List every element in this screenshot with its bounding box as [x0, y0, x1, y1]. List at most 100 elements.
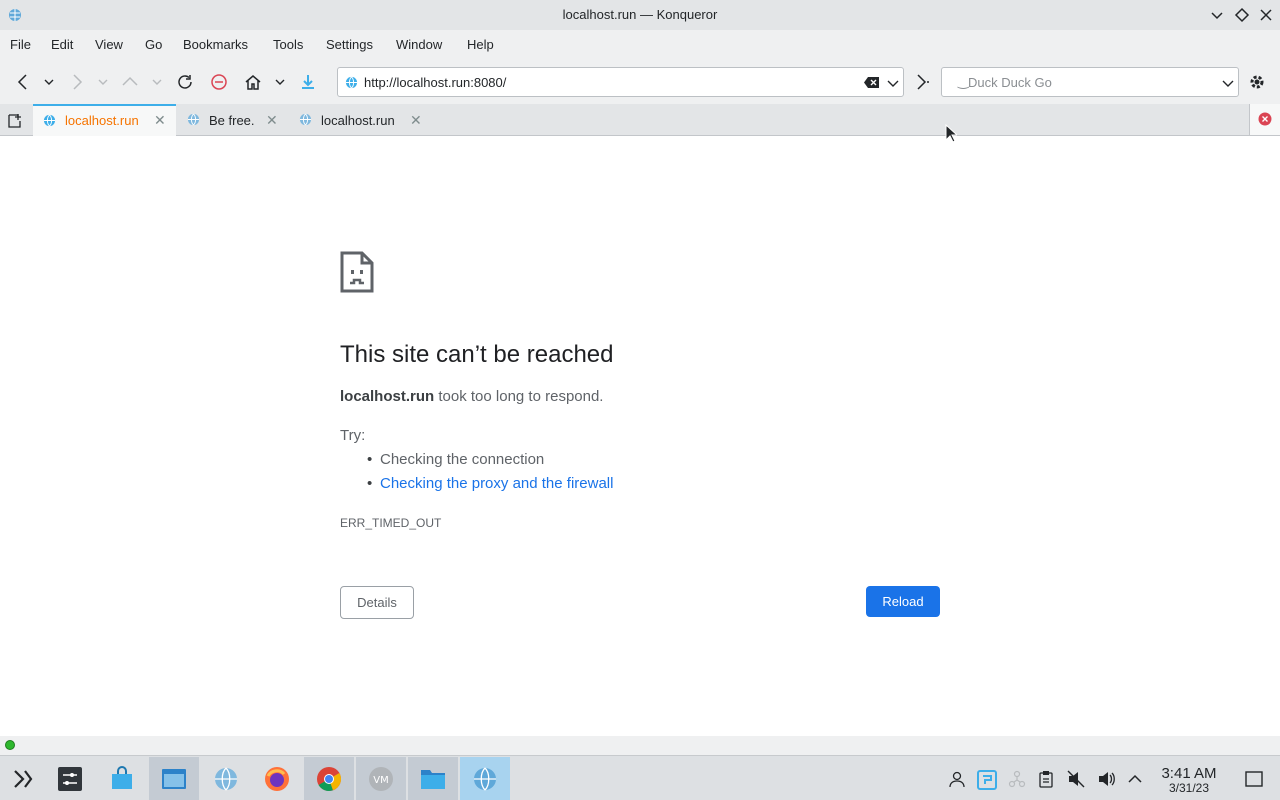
home-chevron-icon[interactable]: [271, 72, 289, 92]
taskbar: VM 3:41 AM 3/31/23: [0, 755, 1280, 800]
tab-localhost-run[interactable]: localhost.run ✕: [289, 104, 432, 136]
home-icon[interactable]: [243, 72, 263, 92]
taskbar-folder[interactable]: [408, 757, 458, 800]
search-box[interactable]: ‿ Duck Duck Go: [941, 67, 1239, 97]
konqueror-active-icon: [474, 767, 496, 791]
connection-status-icon: [5, 740, 15, 750]
url-text[interactable]: http://localhost.run:8080/: [364, 75, 506, 90]
error-title: This site can’t be reached: [340, 341, 614, 368]
menu-view[interactable]: View: [95, 37, 123, 52]
system-settings-icon: [58, 767, 82, 791]
vivaldi-icon: VM: [369, 767, 393, 791]
page-content: This site can’t be reached localhost.run…: [0, 136, 1280, 736]
search-provider-chevron-icon[interactable]: [1222, 77, 1234, 89]
clear-url-icon[interactable]: [864, 76, 880, 89]
svg-text:VM: VM: [373, 775, 388, 786]
tab-globe-icon: [187, 113, 200, 126]
new-tab-icon[interactable]: [7, 112, 24, 129]
taskbar-konqueror[interactable]: [201, 757, 251, 800]
close-tab-icon[interactable]: ✕: [266, 112, 278, 129]
error-message: took too long to respond.: [438, 388, 604, 405]
menu-window[interactable]: Window: [396, 37, 442, 52]
tab-bar: localhost.run ✕ Be free. ✕ localhost.run…: [0, 104, 1280, 136]
try-label: Try:: [340, 427, 366, 444]
forward-history-chevron-icon: [98, 79, 108, 85]
taskbar-file-manager[interactable]: [149, 757, 199, 800]
taskbar-discover[interactable]: [97, 757, 147, 800]
downloads-icon[interactable]: [298, 72, 318, 92]
firefox-icon: [265, 767, 289, 791]
error-code: ERR_TIMED_OUT: [340, 516, 442, 530]
back-icon[interactable]: [13, 72, 33, 92]
forward-icon: [73, 74, 83, 90]
sad-page-icon: [340, 251, 374, 293]
taskbar-system-settings[interactable]: [45, 757, 95, 800]
close-icon[interactable]: [1257, 6, 1275, 24]
tab-globe-icon: [43, 114, 56, 127]
taskbar-firefox[interactable]: [252, 757, 302, 800]
go-icon[interactable]: [912, 72, 932, 92]
chevron-up-icon[interactable]: [1126, 770, 1144, 788]
chrome-icon: [317, 767, 341, 791]
url-history-chevron-icon[interactable]: [887, 77, 899, 89]
suggestion-proxy-firewall-link[interactable]: Checking the proxy and the firewall: [367, 475, 613, 492]
clock-date[interactable]: 3/31/23: [1158, 781, 1220, 795]
minimize-icon[interactable]: [1208, 6, 1226, 24]
show-desktop-icon[interactable]: [1245, 770, 1263, 788]
suggestion-check-connection: Checking the connection: [367, 451, 544, 468]
user-icon[interactable]: [948, 770, 966, 788]
taskbar-chrome[interactable]: [304, 757, 354, 800]
window-title: localhost.run — Konqueror: [562, 7, 718, 22]
reload-icon[interactable]: [175, 72, 195, 92]
tab-label: localhost.run: [321, 113, 395, 128]
konqueror-icon: [215, 767, 237, 791]
menu-bookmarks[interactable]: Bookmarks: [183, 37, 248, 52]
menu-settings[interactable]: Settings: [326, 37, 373, 52]
menu-bar: File Edit View Go Bookmarks Tools Settin…: [0, 30, 1280, 60]
gear-icon[interactable]: [1247, 72, 1267, 92]
menu-tools[interactable]: Tools: [273, 37, 303, 52]
globe-icon: [345, 76, 358, 89]
network-icon[interactable]: [1008, 770, 1026, 788]
mouse-cursor-icon: [945, 124, 957, 143]
menu-edit[interactable]: Edit: [51, 37, 73, 52]
error-description: localhost.run took too long to respond.: [340, 388, 603, 405]
file-manager-icon: [162, 769, 186, 789]
launcher-icon: [14, 770, 33, 788]
taskbar-vivaldi[interactable]: VM: [356, 757, 406, 800]
tab-label: localhost.run: [65, 113, 139, 128]
clock-time[interactable]: 3:41 AM: [1158, 765, 1220, 782]
application-launcher[interactable]: [0, 757, 50, 800]
folder-icon: [421, 770, 445, 789]
close-tab-red-icon: [1258, 112, 1272, 126]
tab-localhost-run-active[interactable]: localhost.run ✕: [33, 104, 176, 136]
up-chevron-icon: [152, 79, 162, 85]
back-history-chevron-icon[interactable]: [40, 72, 58, 92]
address-bar[interactable]: http://localhost.run:8080/: [337, 67, 904, 97]
search-provider-icon[interactable]: ‿: [958, 74, 968, 90]
konqueror-window: localhost.run — Konqueror File Edit View…: [0, 0, 1280, 800]
search-placeholder[interactable]: Duck Duck Go: [968, 75, 1052, 90]
close-tab-icon[interactable]: ✕: [410, 112, 422, 129]
clipboard-icon[interactable]: [1037, 770, 1055, 788]
tab-be-free[interactable]: Be free. ✕: [177, 104, 287, 136]
title-bar: localhost.run — Konqueror: [0, 0, 1280, 30]
tab-globe-icon: [299, 113, 312, 126]
menu-file[interactable]: File: [10, 37, 31, 52]
tab-label: Be free.: [209, 113, 255, 128]
volume-icon[interactable]: [1097, 770, 1115, 788]
error-host: localhost.run: [340, 388, 435, 405]
reload-button[interactable]: Reload: [866, 586, 940, 617]
kdeconnect-icon[interactable]: [977, 770, 997, 790]
menu-help[interactable]: Help: [467, 37, 494, 52]
status-bar: [0, 736, 1280, 755]
taskbar-konqueror-active[interactable]: [460, 757, 510, 800]
menu-go[interactable]: Go: [145, 37, 162, 52]
close-current-tab-button[interactable]: [1249, 104, 1280, 135]
stop-icon[interactable]: [209, 72, 229, 92]
details-button[interactable]: Details: [340, 586, 414, 619]
up-icon: [122, 76, 138, 86]
maximize-icon[interactable]: [1233, 6, 1251, 24]
mute-icon[interactable]: [1067, 770, 1085, 788]
close-tab-icon[interactable]: ✕: [154, 112, 166, 129]
